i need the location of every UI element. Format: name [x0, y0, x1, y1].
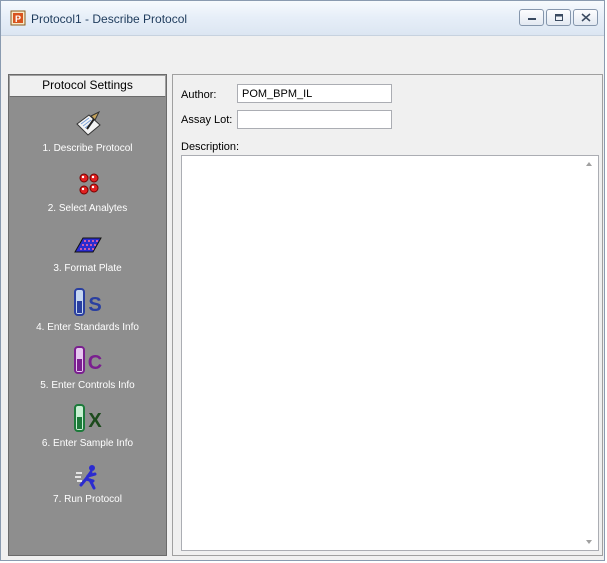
close-button[interactable] [573, 9, 598, 26]
maximize-icon [555, 14, 563, 21]
minimize-icon [528, 18, 536, 20]
protocol-window: P Protocol1 - Describe Protocol Protocol… [0, 0, 605, 561]
describe-protocol-panel: Author: Assay Lot: Description: [172, 74, 603, 556]
app-icon: P [10, 10, 26, 26]
step-label: 2. Select Analytes [47, 203, 128, 214]
step-run-protocol[interactable]: 7. Run Protocol [9, 463, 166, 505]
description-scrollbar[interactable] [581, 156, 598, 550]
controls-tube-icon: C [73, 346, 102, 374]
sample-tube-icon: X [73, 404, 102, 432]
step-enter-sample[interactable]: X 6. Enter Sample Info [9, 403, 166, 449]
scroll-up-arrow-icon[interactable] [586, 162, 592, 166]
step-label: 6. Enter Sample Info [41, 438, 134, 449]
sidebar-header: Protocol Settings [9, 75, 166, 97]
standards-letter: S [88, 294, 101, 316]
step-label: 3. Format Plate [53, 263, 122, 274]
step-format-plate[interactable]: 3. Format Plate [9, 230, 166, 274]
step-label: 5. Enter Controls Info [40, 380, 135, 391]
author-input[interactable] [237, 84, 392, 103]
standards-tube-icon: S [73, 288, 101, 316]
minimize-button[interactable] [519, 9, 544, 26]
description-label: Description: [181, 141, 240, 153]
step-enter-controls[interactable]: C 5. Enter Controls Info [9, 345, 166, 391]
step-enter-standards[interactable]: S 4. Enter Standards Info [9, 287, 166, 333]
plate-icon [73, 237, 102, 253]
step-label: 1. Describe Protocol [42, 143, 133, 154]
author-label: Author: [181, 89, 217, 101]
step-label: 7. Run Protocol [53, 494, 122, 505]
svg-text:P: P [15, 14, 21, 24]
close-icon [581, 13, 591, 22]
window-title: Protocol1 - Describe Protocol [31, 12, 188, 26]
step-select-analytes[interactable]: 2. Select Analytes [9, 170, 166, 214]
description-textarea[interactable] [181, 155, 599, 551]
runner-icon [74, 465, 96, 490]
notepad-pen-icon [75, 110, 101, 136]
step-describe-protocol[interactable]: 1. Describe Protocol [9, 110, 166, 154]
controls-letter: C [87, 352, 101, 374]
toolbar-area [1, 36, 604, 72]
assay-lot-label: Assay Lot: [181, 114, 233, 126]
protocol-settings-sidebar: Protocol Settings 1. Describe Protocol 2… [8, 74, 167, 556]
scroll-down-arrow-icon[interactable] [586, 540, 592, 544]
maximize-button[interactable] [546, 9, 571, 26]
beads-icon [79, 173, 98, 195]
assay-lot-input[interactable] [237, 110, 392, 129]
step-label: 4. Enter Standards Info [36, 322, 139, 333]
title-bar[interactable]: P Protocol1 - Describe Protocol [1, 1, 604, 36]
sample-letter: X [88, 410, 102, 432]
